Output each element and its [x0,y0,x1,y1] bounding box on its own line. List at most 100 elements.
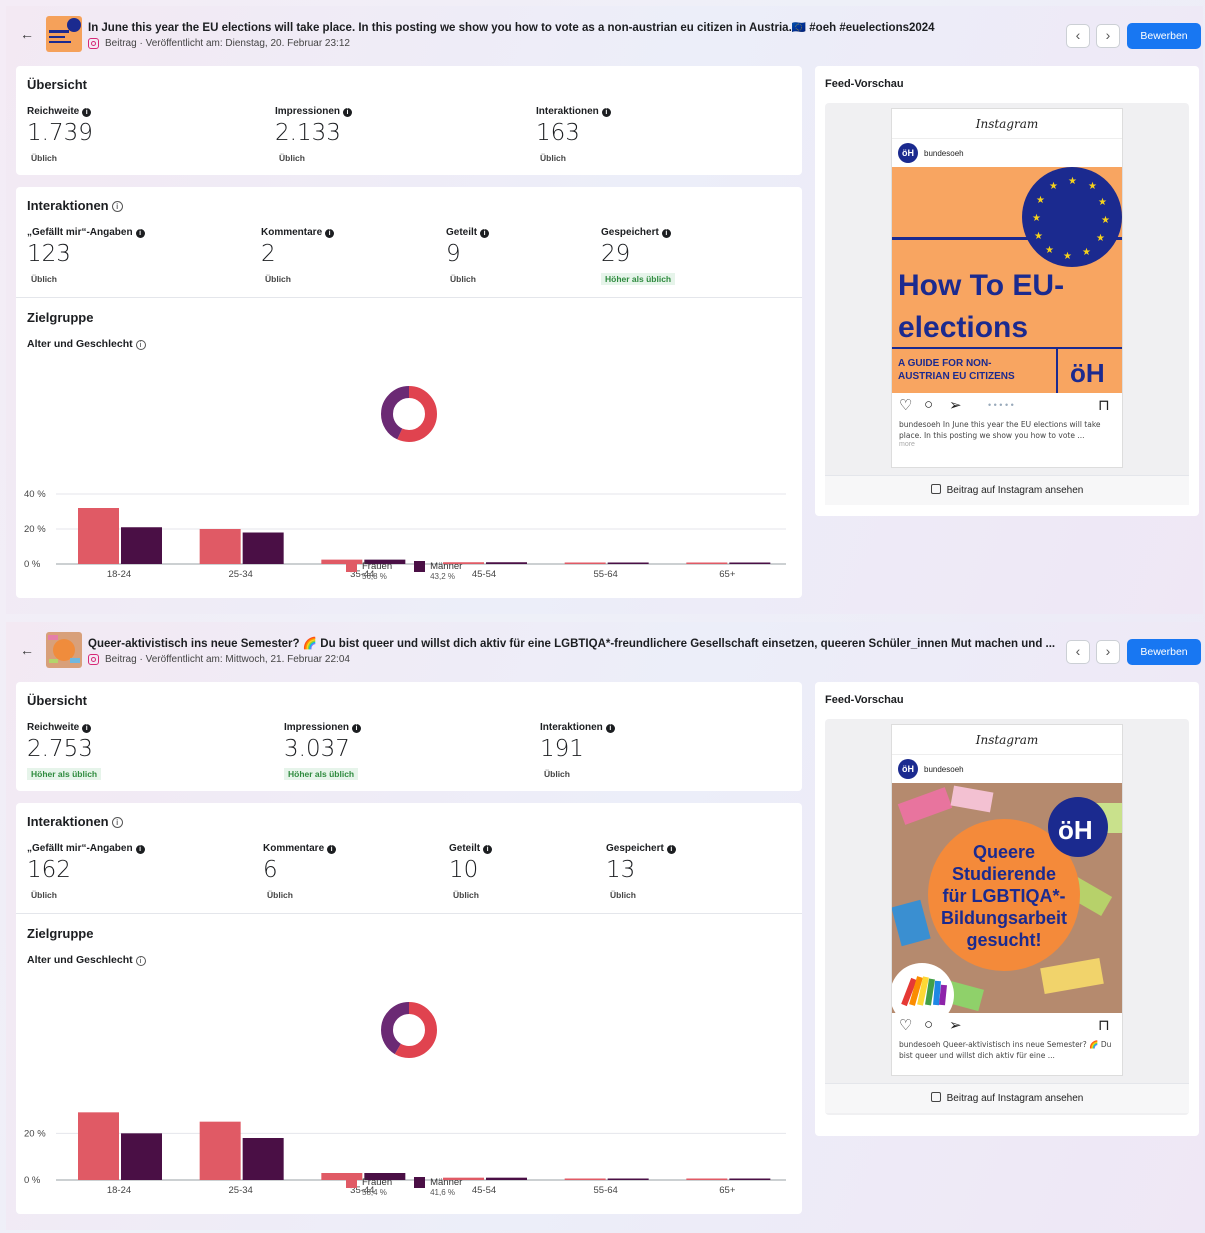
svg-text:★: ★ [1068,176,1077,187]
guide-line-2: AUSTRIAN EU CITIZENS [898,371,1015,382]
metric-tag-comments: Üblich [265,274,291,284]
metric-value-impressions: 3.037 [284,736,350,762]
bookmark-icon[interactable]: ⊓ [1098,396,1110,414]
metric-value-shares: 10 [449,857,479,883]
metric-label-comments: Kommentare i [261,227,335,238]
next-post-button[interactable]: › [1096,24,1120,48]
x-tick-label: 65+ [719,1185,736,1196]
svg-text:★: ★ [1063,251,1072,262]
feed-preview-card: Feed-Vorschau Instagram öH bundesoeh öH … [815,682,1199,1136]
info-icon: i [82,108,92,117]
info-icon: i [135,340,146,350]
legend-item-frauen[interactable]: Frauen 58,4 % [346,1177,392,1197]
y-tick-label: 0 % [24,559,41,570]
metric-value-likes: 162 [27,857,71,883]
divider [16,297,802,298]
previous-post-button[interactable]: ‹ [1066,24,1090,48]
heart-icon[interactable]: ♡ [899,396,912,414]
metric-value-interactions: 191 [540,736,584,762]
legend-swatch-frauen [346,561,357,572]
info-icon: i [666,845,676,854]
metric-label-shares: Geteilt i [446,227,490,238]
feed-preview-title: Feed-Vorschau [825,78,904,90]
promote-button[interactable]: Bewerben [1127,639,1201,665]
metric-value-reach: 1.739 [27,120,93,146]
svg-text:★: ★ [1088,181,1097,192]
metric-label-likes: „Gefällt mir“-Angaben i [27,227,145,238]
audience-title: Zielgruppe [27,926,94,941]
y-tick-label: 0 % [24,1175,41,1186]
view-on-instagram-link[interactable]: Beitrag auf Instagram ansehen [825,1083,1189,1113]
bar-frauen-55-64 [564,1178,606,1180]
gender-donut-chart [381,386,437,442]
x-tick-label: 55-64 [594,1185,618,1196]
info-icon: i [325,229,335,238]
metric-label-comments: Kommentare i [263,843,337,854]
bar-frauen-18-24 [78,1112,119,1180]
metric-value-likes: 123 [27,241,71,267]
headline-line-4: Bildungsarbeit [941,908,1067,928]
guide-line-1: A GUIDE FOR NON- [898,358,992,369]
view-on-instagram-link[interactable]: Beitrag auf Instagram ansehen [825,475,1189,505]
metric-label-reach: Reichweite i [27,106,92,117]
svg-text:★: ★ [1082,247,1091,258]
info-icon: i [135,845,145,854]
age-gender-subtitle: Alter und Geschlecht i [27,954,146,966]
bar-männer-55-64 [607,1178,649,1180]
post-author: öH bundesoeh [892,139,1122,167]
avatar: öH [898,143,918,163]
comment-icon[interactable]: ○ [924,1016,933,1033]
bar-männer-18-24 [121,527,162,564]
info-icon: i [605,724,615,733]
promote-button[interactable]: Bewerben [1127,23,1201,49]
back-arrow-icon[interactable]: ← [20,26,34,42]
info-icon: i [327,845,337,854]
age-gender-subtitle: Alter und Geschlecht i [27,338,146,350]
post-insights-1: ← In June this year the EU elections wil… [6,6,1203,614]
metric-label-reach: Reichweite i [27,722,92,733]
post-meta: Beitrag · Veröffentlicht am: Dienstag, 2… [88,38,350,49]
share-icon[interactable]: ➢ [949,1016,962,1034]
gender-donut-chart [381,1002,437,1058]
info-icon: i [352,724,362,733]
instagram-post-preview[interactable]: Instagram öH bundesoeh öH Queere Studier… [891,724,1123,1076]
post-author: öH bundesoeh [892,755,1122,783]
x-tick-label: 65+ [719,569,736,580]
x-tick-label: 18-24 [107,1185,131,1196]
metric-tag-likes: Üblich [31,890,57,900]
bar-männer-45-54 [486,1177,527,1180]
legend-swatch-maenner [414,1177,426,1188]
feed-preview-frame: Instagram öH bundesoeh ★★★ ★★★ ★★★ [825,103,1189,505]
oeh-logo: öH [1070,358,1105,388]
metric-value-comments: 6 [263,857,278,883]
heart-icon[interactable]: ♡ [899,1016,912,1034]
username: bundesoeh [924,764,964,774]
metric-tag-reach: Üblich [31,153,57,163]
legend-item-frauen[interactable]: Frauen 56,8 % [346,561,392,581]
legend-item-maenner[interactable]: Männer 41,6 % [414,1177,462,1197]
info-icon: i [111,201,123,212]
metric-tag-impressions: Üblich [279,153,305,163]
metric-tag-saves: Üblich [610,890,636,900]
external-link-icon [930,1092,941,1102]
metric-value-saves: 13 [606,857,636,883]
instagram-post-preview[interactable]: Instagram öH bundesoeh ★★★ ★★★ ★★★ [891,108,1123,468]
legend-item-maenner[interactable]: Männer 43,2 % [414,561,462,581]
post-image: öH Queere Studierende für LGBTIQA*- Bild… [892,783,1122,1013]
bookmark-icon[interactable]: ⊓ [1098,1016,1110,1034]
overview-title: Übersicht [27,693,87,708]
back-arrow-icon[interactable]: ← [20,642,34,658]
bar-männer-18-24 [121,1133,162,1180]
x-tick-label: 25-34 [229,1185,253,1196]
instagram-icon [88,654,99,665]
previous-post-button[interactable]: ‹ [1066,640,1090,664]
metric-value-saves: 29 [601,241,631,267]
next-post-button[interactable]: › [1096,640,1120,664]
instagram-logo: Instagram [892,725,1122,755]
comment-icon[interactable]: ○ [924,396,933,413]
overview-card: Übersicht Reichweite i 2.753 Höher als üb… [16,682,802,791]
share-icon[interactable]: ➢ [949,396,962,414]
caption-more-link[interactable]: more [892,441,1122,448]
metric-value-reach: 2.753 [27,736,93,762]
instagram-logo: Instagram [892,109,1122,139]
